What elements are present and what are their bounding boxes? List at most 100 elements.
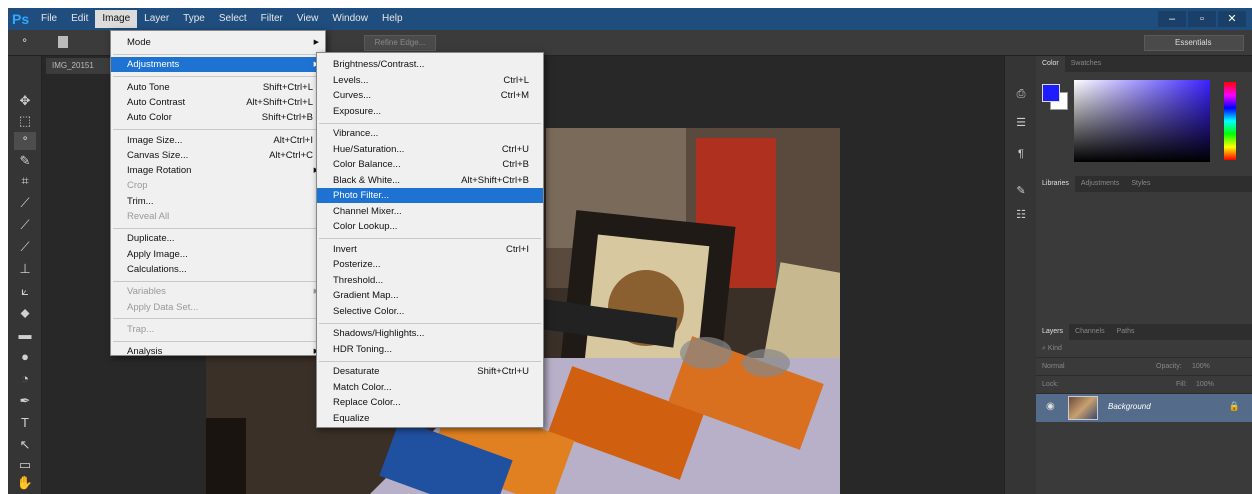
- foreground-color-swatch[interactable]: [1042, 84, 1060, 102]
- menu-image[interactable]: Image: [95, 10, 138, 28]
- image-menu-item-trim[interactable]: Trim...: [111, 194, 325, 209]
- adjustments-item-hue-saturation[interactable]: Hue/Saturation... Ctrl+U: [317, 142, 543, 157]
- lasso-icon[interactable]: ᐤ: [22, 35, 44, 51]
- close-button[interactable]: ✕: [1218, 11, 1246, 27]
- adjustments-item-invert[interactable]: Invert Ctrl+I: [317, 242, 543, 257]
- history-icon[interactable]: ⎙: [1013, 88, 1029, 102]
- adjustments-item-shadows-highlights[interactable]: Shadows/Highlights...: [317, 326, 543, 341]
- image-menu-item-image-size[interactable]: Image Size... Alt+Ctrl+I: [111, 133, 325, 148]
- adjustments-item-vibrance[interactable]: Vibrance...: [317, 126, 543, 141]
- hand-tool-icon[interactable]: ✋: [14, 474, 36, 492]
- visibility-eye-icon[interactable]: ◉: [1046, 401, 1055, 412]
- image-menu-item-duplicate[interactable]: Duplicate...: [111, 231, 325, 246]
- menu-window[interactable]: Window: [325, 10, 375, 28]
- paragraph-icon[interactable]: ☷: [1013, 208, 1029, 222]
- menu-separator: [319, 360, 541, 362]
- menu-separator: [319, 238, 541, 239]
- opacity-field[interactable]: 100%: [1192, 358, 1210, 376]
- menu-layer[interactable]: Layer: [137, 10, 176, 28]
- dodge-tool-icon[interactable]: ◔: [14, 370, 36, 388]
- adjustments-item-black-white[interactable]: Black & White... Alt+Shift+Ctrl+B: [317, 173, 543, 188]
- adjustments-item-photo-filter[interactable]: Photo Filter...: [317, 188, 543, 203]
- quick-selection-tool-icon[interactable]: ✎: [14, 152, 36, 170]
- adjustments-item-desaturate[interactable]: Desaturate Shift+Ctrl+U: [317, 364, 543, 379]
- lasso-tool-icon[interactable]: ᐤ: [14, 132, 36, 150]
- adjustments-item-threshold[interactable]: Threshold...: [317, 273, 543, 288]
- tab-color[interactable]: Color: [1036, 56, 1065, 72]
- adjustments-item-gradient-map[interactable]: Gradient Map...: [317, 288, 543, 303]
- adjustments-item-color-balance[interactable]: Color Balance... Ctrl+B: [317, 157, 543, 172]
- adjustments-item-channel-mixer[interactable]: Channel Mixer...: [317, 204, 543, 219]
- submenu-arrow-icon: ▶: [313, 39, 319, 46]
- adjustments-item-equalize[interactable]: Equalize: [317, 411, 543, 426]
- image-menu-item-image-rotation[interactable]: Image Rotation▶: [111, 163, 325, 178]
- adjustments-item-levels[interactable]: Levels... Ctrl+L: [317, 73, 543, 88]
- menu-item-label: Levels...: [333, 74, 369, 86]
- restore-button[interactable]: ▫: [1188, 11, 1216, 27]
- hue-slider[interactable]: [1224, 82, 1236, 160]
- adjustments-item-color-lookup[interactable]: Color Lookup...: [317, 219, 543, 234]
- menu-separator: [113, 227, 323, 229]
- image-menu-item-analysis[interactable]: Analysis▶: [111, 344, 325, 359]
- image-menu-item-auto-color[interactable]: Auto Color Shift+Ctrl+B: [111, 110, 325, 125]
- menu-file[interactable]: File: [34, 10, 64, 28]
- image-menu-item-calculations[interactable]: Calculations...: [111, 262, 325, 277]
- image-menu-item-auto-contrast[interactable]: Auto Contrast Alt+Shift+Ctrl+L: [111, 95, 325, 110]
- image-menu-item-canvas-size[interactable]: Canvas Size... Alt+Ctrl+C: [111, 148, 325, 163]
- eyedropper-tool-icon[interactable]: ⟋: [14, 194, 36, 212]
- brush-presets-icon[interactable]: ✎: [1013, 184, 1029, 198]
- image-menu-item-mode[interactable]: Mode ▶: [111, 35, 325, 50]
- fill-field[interactable]: 100%: [1196, 376, 1214, 394]
- menu-item-label: Analysis: [127, 346, 163, 358]
- history-brush-tool-icon[interactable]: ⟀: [14, 282, 36, 300]
- layer-filter-kind[interactable]: ⌕ Kind: [1036, 340, 1252, 358]
- pen-tool-icon[interactable]: ✒: [14, 392, 36, 410]
- type-tool-icon[interactable]: T: [14, 414, 36, 432]
- path-selection-tool-icon[interactable]: ↖: [14, 436, 36, 454]
- refine-edge-button[interactable]: Refine Edge...: [364, 35, 436, 51]
- adjustments-item-hdr-toning[interactable]: HDR Toning...: [317, 342, 543, 357]
- document-tab[interactable]: IMG_20151: [46, 58, 116, 74]
- workspace-select[interactable]: Essentials: [1144, 35, 1244, 51]
- adjustments-item-selective-color[interactable]: Selective Color...: [317, 304, 543, 319]
- menu-filter[interactable]: Filter: [254, 10, 290, 28]
- color-field[interactable]: [1074, 80, 1210, 162]
- menu-item-label: Image Size...: [127, 134, 183, 146]
- gradient-tool-icon[interactable]: ▬: [14, 326, 36, 344]
- blend-mode-select[interactable]: Normal: [1042, 363, 1065, 370]
- image-menu-item-adjustments[interactable]: Adjustments▶: [111, 57, 325, 73]
- new-selection-icon[interactable]: [58, 36, 68, 48]
- clone-stamp-tool-icon[interactable]: ⊥: [14, 260, 36, 278]
- adjustments-item-exposure[interactable]: Exposure...: [317, 104, 543, 119]
- adjustments-item-replace-color[interactable]: Replace Color...: [317, 395, 543, 410]
- crop-tool-icon[interactable]: ⌗: [14, 172, 36, 190]
- adjustments-item-curves[interactable]: Curves... Ctrl+M: [317, 88, 543, 103]
- adjustments-item-match-color[interactable]: Match Color...: [317, 380, 543, 395]
- marquee-tool-icon[interactable]: ⬚: [14, 112, 36, 130]
- healing-brush-tool-icon[interactable]: ⟋: [14, 216, 36, 234]
- tab-adjustments[interactable]: Adjustments: [1075, 176, 1126, 192]
- character-icon[interactable]: ¶: [1013, 148, 1029, 162]
- menu-edit[interactable]: Edit: [64, 10, 95, 28]
- brush-tool-icon[interactable]: ⟋: [14, 238, 36, 256]
- rectangle-tool-icon[interactable]: ▭: [14, 456, 36, 474]
- menu-select[interactable]: Select: [212, 10, 254, 28]
- eraser-tool-icon[interactable]: ⬥: [14, 304, 36, 322]
- move-tool-icon[interactable]: ✥: [14, 92, 36, 110]
- image-menu-item-apply-image[interactable]: Apply Image...: [111, 247, 325, 262]
- menu-type[interactable]: Type: [176, 10, 212, 28]
- adjustments-item-brightness-contrast[interactable]: Brightness/Contrast...: [317, 57, 543, 72]
- tab-swatches[interactable]: Swatches: [1065, 56, 1107, 72]
- menu-item-label: Trap...: [127, 323, 155, 335]
- layer-row-background[interactable]: ◉ Background 🔒: [1036, 394, 1252, 422]
- tab-styles[interactable]: Styles: [1125, 176, 1156, 192]
- minimize-button[interactable]: –: [1158, 11, 1186, 27]
- lock-icon: 🔒: [1228, 401, 1240, 411]
- tab-libraries[interactable]: Libraries: [1036, 176, 1075, 192]
- blur-tool-icon[interactable]: ●: [14, 348, 36, 366]
- properties-icon[interactable]: ☰: [1013, 116, 1029, 130]
- image-menu-item-auto-tone[interactable]: Auto Tone Shift+Ctrl+L: [111, 80, 325, 95]
- menu-help[interactable]: Help: [375, 10, 410, 28]
- menu-view[interactable]: View: [290, 10, 326, 28]
- adjustments-item-posterize[interactable]: Posterize...: [317, 257, 543, 272]
